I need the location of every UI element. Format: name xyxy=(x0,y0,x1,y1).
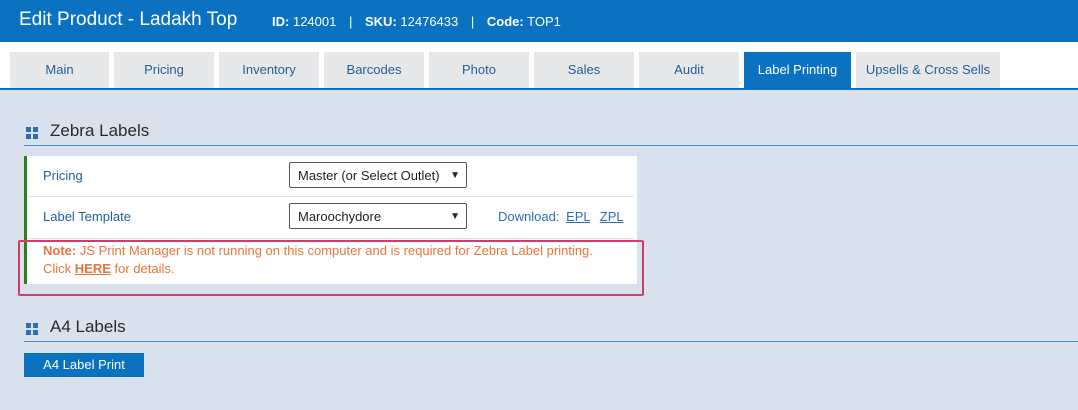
tab-inventory[interactable]: Inventory xyxy=(219,52,319,88)
a4-labels-header: A4 Labels xyxy=(24,317,1078,342)
separator: | xyxy=(470,14,475,29)
zpl-download-link[interactable]: ZPL xyxy=(600,209,624,224)
zebra-labels-header: Zebra Labels xyxy=(24,121,1078,146)
code-value: TOP1 xyxy=(527,14,561,29)
pricing-select[interactable]: Master (or Select Outlet) ▼ xyxy=(289,162,467,188)
section-title: A4 Labels xyxy=(50,317,126,336)
code-label: Code: xyxy=(486,14,524,29)
separator: | xyxy=(348,14,353,29)
tab-bar: Main Pricing Inventory Barcodes Photo Sa… xyxy=(0,42,1078,90)
tab-label-printing[interactable]: Label Printing xyxy=(744,52,851,88)
grid-icon xyxy=(26,323,38,335)
download-label: Download: xyxy=(498,209,560,224)
tab-sales[interactable]: Sales xyxy=(534,52,634,88)
grid-icon xyxy=(26,127,38,139)
sku-label: SKU: xyxy=(365,14,397,29)
label-template-select[interactable]: Maroochydore ▼ xyxy=(289,203,467,229)
sku-value: 12476433 xyxy=(400,14,459,29)
product-meta: ID: 124001 | SKU: 12476433 | Code: TOP1 xyxy=(272,14,561,29)
page-header: Edit Product - Ladakh Top ID: 124001 | S… xyxy=(0,0,1078,42)
epl-download-link[interactable]: EPL xyxy=(566,209,590,224)
label-template-row: Label Template Maroochydore ▼ Download: … xyxy=(27,197,634,239)
a4-label-print-button[interactable]: A4 Label Print xyxy=(24,353,144,377)
label-template-label: Label Template xyxy=(43,209,131,224)
pricing-select-value: Master (or Select Outlet) xyxy=(298,168,440,183)
pricing-row: Pricing Master (or Select Outlet) ▼ xyxy=(27,156,634,197)
note-highlight-box xyxy=(18,240,644,296)
tab-audit[interactable]: Audit xyxy=(639,52,739,88)
chevron-down-icon: ▼ xyxy=(450,211,460,222)
label-template-select-value: Maroochydore xyxy=(298,209,382,224)
tab-barcodes[interactable]: Barcodes xyxy=(324,52,424,88)
section-title: Zebra Labels xyxy=(50,121,150,140)
tab-main[interactable]: Main xyxy=(10,52,109,88)
tab-pricing[interactable]: Pricing xyxy=(114,52,214,88)
tab-photo[interactable]: Photo xyxy=(429,52,529,88)
id-label: ID: xyxy=(272,14,290,29)
download-links: Download: EPL ZPL xyxy=(498,209,624,224)
chevron-down-icon: ▼ xyxy=(450,170,460,181)
id-value: 124001 xyxy=(292,14,337,29)
tab-upsells-cross-sells[interactable]: Upsells & Cross Sells xyxy=(856,52,1000,88)
page-title: Edit Product - Ladakh Top xyxy=(19,9,238,30)
pricing-label: Pricing xyxy=(43,168,83,183)
